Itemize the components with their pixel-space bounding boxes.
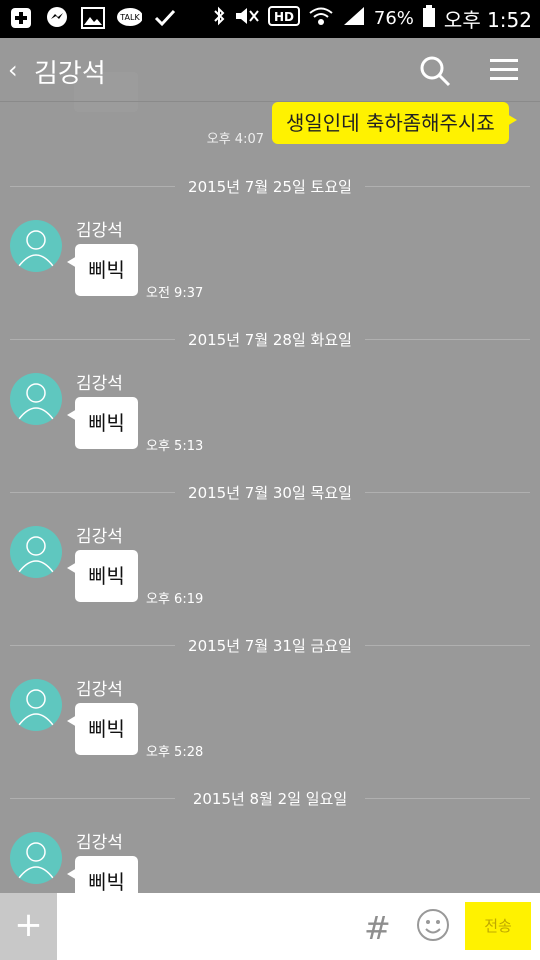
- status-bar: TALK HD 76% 오후 1:52: [0, 0, 540, 38]
- avatar[interactable]: [10, 832, 62, 884]
- hashtag-button[interactable]: #: [364, 909, 391, 947]
- clock: 오후 1:52: [443, 8, 532, 32]
- message-bubble[interactable]: 삐빅: [67, 703, 138, 755]
- message-time: 오전 9:37: [146, 286, 204, 301]
- notification-icons: TALK: [8, 5, 178, 31]
- sender-name: 김강석: [76, 833, 123, 853]
- svg-text:TALK: TALK: [119, 13, 140, 22]
- avatar[interactable]: [10, 373, 62, 425]
- message-time: 오후 6:19: [146, 592, 204, 607]
- plus-notification-icon: [8, 5, 34, 31]
- attach-plus-button[interactable]: +: [0, 893, 57, 960]
- sender-name: 김강석: [76, 374, 123, 394]
- gallery-icon: [80, 5, 106, 31]
- search-icon[interactable]: [418, 54, 452, 88]
- menu-icon[interactable]: [488, 56, 520, 84]
- signal-icon: [342, 5, 366, 32]
- avatar[interactable]: [10, 526, 62, 578]
- battery-icon: [422, 4, 436, 33]
- wifi-icon: [308, 5, 334, 32]
- message-bubble[interactable]: 삐빅: [67, 550, 138, 602]
- my-message-time: 오후 4:07: [206, 132, 264, 147]
- hd-icon: HD: [267, 5, 300, 32]
- message-time: 오후 5:28: [146, 745, 204, 760]
- divider-line: [365, 339, 530, 340]
- chat-title: 김강석: [34, 59, 106, 89]
- message-item: 김강석 삐빅 오후 6:19: [0, 526, 540, 636]
- date-divider: 2015년 7월 31일 금요일: [10, 635, 530, 655]
- talk-icon: TALK: [116, 5, 142, 31]
- divider-line: [365, 798, 530, 799]
- message-input[interactable]: [66, 903, 350, 951]
- message-bubble[interactable]: 삐빅: [67, 856, 138, 893]
- sender-name: 김강석: [76, 680, 123, 700]
- divider-line: [365, 186, 530, 187]
- sender-name: 김강석: [76, 527, 123, 547]
- message-item: 김강석 삐빅 오후 5:28: [0, 679, 540, 789]
- message-item: 김강석 삐빅 오후 5:13: [0, 373, 540, 483]
- send-button[interactable]: 전송: [465, 902, 531, 950]
- sender-name: 김강석: [76, 221, 123, 241]
- bluetooth-icon: [212, 5, 226, 32]
- input-bar: + # 전송: [0, 893, 540, 960]
- divider-line: [365, 492, 530, 493]
- avatar[interactable]: [10, 220, 62, 272]
- date-divider: 2015년 7월 30일 목요일: [10, 482, 530, 502]
- message-bubble[interactable]: 삐빅: [67, 397, 138, 449]
- chat-header: ‹ 김강석: [0, 38, 540, 112]
- messenger-icon: [44, 5, 70, 31]
- message-item: 김강석 삐빅 오전 9:37: [0, 220, 540, 330]
- avatar[interactable]: [10, 679, 62, 731]
- date-divider: 2015년 7월 28일 화요일: [10, 329, 530, 349]
- message-time: 오후 5:13: [146, 439, 204, 454]
- date-divider: 2015년 7월 25일 토요일: [10, 176, 530, 196]
- system-status: HD 76% 오후 1:52: [212, 4, 532, 33]
- emoticon-icon[interactable]: [416, 908, 450, 942]
- my-message-bubble[interactable]: 생일인데 축하좀해주시죠: [272, 102, 517, 144]
- back-icon[interactable]: ‹: [8, 56, 18, 84]
- date-divider: 2015년 8월 2일 일요일: [10, 788, 530, 808]
- divider-line: [365, 645, 530, 646]
- svg-text:HD: HD: [274, 10, 294, 24]
- mute-icon: [234, 5, 260, 32]
- battery-percent: 76%: [373, 8, 414, 29]
- message-item: 김강석 삐빅: [0, 832, 540, 893]
- message-bubble[interactable]: 삐빅: [67, 244, 138, 296]
- check-icon: [152, 5, 178, 31]
- chat-area[interactable]: 생일인데 축하좀해주시죠 오후 4:07 2015년 7월 25일 토요일 김강…: [0, 102, 540, 893]
